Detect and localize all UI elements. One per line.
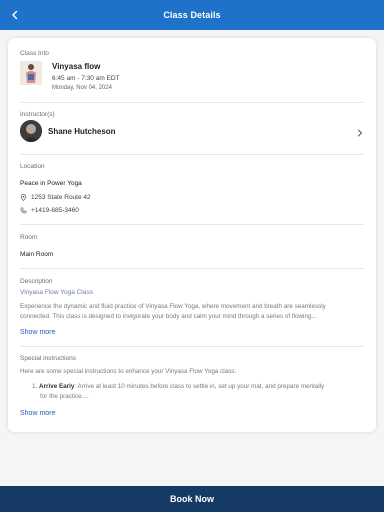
class-thumbnail xyxy=(20,61,42,85)
special-instructions-label: Special instructions xyxy=(20,355,76,362)
avatar xyxy=(20,120,42,142)
instructors-label: Instructor(s) xyxy=(20,111,55,118)
divider xyxy=(20,154,364,155)
special-instruction-item: 1. Arrive Early: Arrive at least 10 minu… xyxy=(20,382,350,402)
divider xyxy=(20,102,364,103)
phone-icon xyxy=(20,207,27,214)
room-label: Room xyxy=(20,234,38,241)
room-value: Main Room xyxy=(20,251,54,258)
phone-text: +1419-685-3460 xyxy=(31,207,79,214)
map-pin-icon xyxy=(20,194,27,201)
instructions-show-more-link[interactable]: Show more xyxy=(20,410,55,417)
item-text: : Arrive at least 10 minutes before clas… xyxy=(74,383,325,390)
description-show-more-link[interactable]: Show more xyxy=(20,329,55,336)
address-text: 1253 State Route 42 xyxy=(31,194,91,201)
description-title: Vinyasa Flow Yoga Class xyxy=(20,289,93,296)
location-label: Location xyxy=(20,163,45,170)
special-instructions-intro: Here are some special instructions to en… xyxy=(20,368,237,375)
divider xyxy=(20,268,364,269)
instructor-row[interactable]: Shane Hutcheson xyxy=(20,120,364,146)
class-date: Monday, Nov 04, 2024 xyxy=(52,85,112,91)
description-line: connected. This class is designed to inv… xyxy=(20,313,317,320)
divider xyxy=(20,224,364,225)
chevron-left-icon xyxy=(12,10,18,20)
divider xyxy=(20,346,364,347)
item-number: 1. xyxy=(32,383,38,390)
location-address: 1253 State Route 42 xyxy=(20,194,91,201)
back-button[interactable] xyxy=(6,6,24,24)
description-text: Experience the dynamic and fluid practic… xyxy=(20,302,360,322)
class-info-label: Class Info xyxy=(20,50,49,57)
class-time: 6:45 am - 7:30 am EDT xyxy=(52,75,120,82)
item-text-continued: for the practice.... xyxy=(40,393,89,400)
instructor-name: Shane Hutcheson xyxy=(48,127,116,136)
book-now-button[interactable]: Book Now xyxy=(0,486,384,512)
header-bar: Class Details xyxy=(0,0,384,30)
location-phone[interactable]: +1419-685-3460 xyxy=(20,207,79,214)
page-title: Class Details xyxy=(163,10,221,20)
class-details-card: Class Info Vinyasa flow 6:45 am - 7:30 a… xyxy=(8,38,376,432)
item-title: Arrive Early xyxy=(39,383,75,390)
card-content: Class Info Vinyasa flow 6:45 am - 7:30 a… xyxy=(20,38,364,432)
chevron-right-icon xyxy=(358,129,363,137)
description-label: Description xyxy=(20,278,53,285)
location-name: Peace in Power Yoga xyxy=(20,180,82,187)
class-name: Vinyasa flow xyxy=(52,62,101,71)
description-line: Experience the dynamic and fluid practic… xyxy=(20,303,326,310)
book-now-label: Book Now xyxy=(170,494,214,504)
